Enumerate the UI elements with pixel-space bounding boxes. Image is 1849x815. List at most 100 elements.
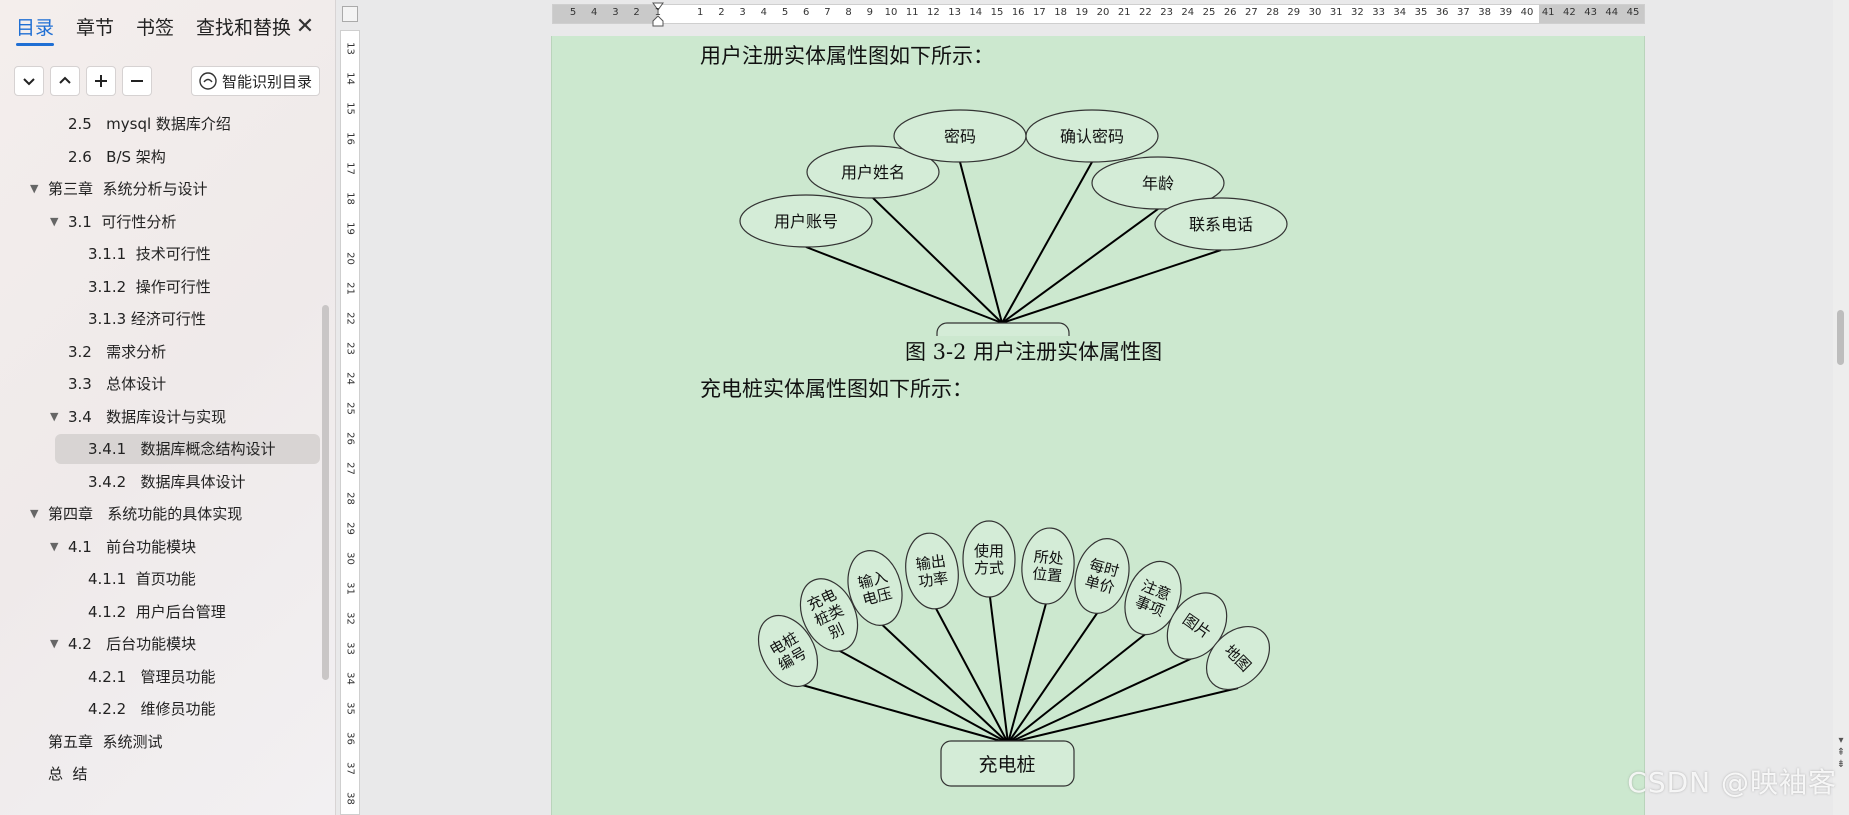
ruler-tick: 26	[1223, 7, 1237, 18]
ruler-tick: 2	[633, 7, 640, 18]
toc-item[interactable]: ▼ 4.1 前台功能模块	[0, 532, 322, 562]
toc-item[interactable]: 3.4.1 数据库概念结构设计	[55, 434, 320, 464]
ruler-tick: 28	[1266, 7, 1279, 18]
toc-item[interactable]: ▼ 3.1 可行性分析	[0, 207, 322, 237]
ruler-tick: 16	[1011, 7, 1025, 18]
toc-scrollbar[interactable]	[322, 305, 329, 680]
ruler-tick: 13	[344, 42, 356, 55]
toc-item[interactable]: 4.1.1 首页功能	[0, 564, 322, 594]
ruler-tick: 38	[344, 792, 356, 805]
expand-arrow-icon[interactable]: ▼	[50, 532, 58, 562]
tab-bookmarks[interactable]: 书签	[136, 14, 174, 46]
ruler-tick: 4	[591, 7, 598, 18]
toc-item[interactable]: 3.4.2 数据库具体设计	[0, 467, 322, 497]
entity-label-line: 充电桩	[978, 754, 1035, 776]
toc-item-label: 3.2 需求分析	[68, 342, 167, 361]
ruler-tick: 16	[344, 132, 356, 145]
ruler-tick: 45	[1626, 7, 1640, 18]
toc-item-label: 3.3 总体设计	[68, 375, 167, 393]
toc-item-label: 3.4.2 数据库具体设计	[88, 472, 246, 491]
toc-item[interactable]: 4.2.2 维修员功能	[0, 694, 322, 724]
toc-item[interactable]: ▼ 4.2 后台功能模块	[0, 629, 322, 659]
toc-item-label: 3.4 数据库设计与实现	[68, 407, 227, 426]
remove-heading-button[interactable]	[122, 66, 152, 96]
ruler-tick: 3	[739, 7, 746, 18]
toc-item[interactable]: 3.1.1 技术可行性	[0, 239, 322, 269]
ruler-tick: 27	[1245, 7, 1258, 18]
smart-toc-label: 智能识别目录	[222, 72, 313, 91]
ruler-tick: 36	[344, 732, 356, 745]
toc-item[interactable]: 4.2.1 管理员功能	[0, 662, 322, 692]
toc-item-label: 3.1.1 技术可行性	[88, 245, 211, 263]
ruler-tick: 24	[1181, 7, 1195, 18]
document-page[interactable]: 用户注册实体属性图如下所示： 用户账号用户姓名密码确认密码年龄联系电话用户注册 …	[551, 36, 1645, 815]
tab-chapters[interactable]: 章节	[76, 14, 114, 46]
toc-item[interactable]: 4.1.2 用户后台管理	[0, 597, 322, 627]
ruler-tick: 5	[569, 7, 577, 18]
expand-arrow-icon[interactable]: ▼	[50, 207, 58, 237]
toc-item-label: 3.1.3 经济可行性	[88, 310, 206, 328]
ruler-toggle[interactable]	[342, 6, 358, 22]
ruler-tick: 25	[344, 402, 356, 415]
ruler-tick: 9	[866, 7, 873, 18]
toc-item-label: 2.6 B/S 架构	[68, 147, 166, 166]
tab-toc[interactable]: 目录	[16, 14, 55, 46]
toc-item[interactable]: 2.6 B/S 架构	[0, 142, 322, 172]
ruler-tick: 37	[344, 762, 356, 775]
add-heading-button[interactable]	[86, 66, 116, 96]
toc-item-label: 总 结	[48, 765, 88, 783]
toc-item[interactable]: ▼ 3.4 数据库设计与实现	[0, 402, 322, 432]
toc-item[interactable]: ▼ 第四章 系统功能的具体实现	[0, 499, 322, 529]
ruler-tick: 17	[1033, 7, 1046, 18]
toc-item[interactable]: 3.3 总体设计	[0, 369, 322, 399]
ruler-tick: 19	[1075, 7, 1089, 18]
toc-item-label: 4.2.2 维修员功能	[88, 700, 216, 718]
ruler-tick: 8	[845, 7, 852, 18]
chevron-down-icon	[23, 78, 35, 86]
expand-button[interactable]	[14, 66, 44, 96]
ruler-tick: 35	[344, 702, 356, 715]
navigation-pane: 目录 章节 书签 查找和替换 ✕ 智能识别目录 2.5 mysql 数据库介绍 2…	[0, 0, 336, 815]
ruler-tick: 33	[1372, 7, 1385, 18]
ruler-tick: 30	[1308, 7, 1322, 18]
vertical-scrollbar[interactable]: ▾ ⇞ ⇟	[1833, 0, 1849, 815]
expand-arrow-icon[interactable]: ▼	[30, 499, 38, 529]
smart-recognize-icon	[199, 72, 217, 90]
expand-arrow-icon[interactable]: ▼	[50, 402, 58, 432]
tab-find-replace[interactable]: 查找和替换	[196, 14, 291, 46]
toc-item-label: 3.1 可行性分析	[68, 212, 177, 231]
toc-item-label: 第三章 系统分析与设计	[48, 180, 208, 198]
vertical-ruler: 13 14 15 16 17 18 19 20 21 22 23 24 25 26 27 28 29 30 31 32…	[340, 30, 360, 815]
toc-item-label: 3.1.2 操作可行性	[88, 277, 211, 296]
ruler-tick: 1	[697, 7, 704, 18]
expand-arrow-icon[interactable]: ▼	[50, 629, 58, 659]
expand-arrow-icon[interactable]: ▼	[30, 174, 38, 204]
ruler-tick: 23	[344, 342, 356, 355]
toc-item[interactable]: 第五章 系统测试	[0, 727, 322, 757]
ruler-strip: 13 14 15 16 17 18 19 20 21 22 23 24 25 26 27 28 29 30 31 32…	[336, 0, 364, 815]
close-icon[interactable]: ✕	[294, 16, 316, 38]
toc-item[interactable]: 总 结	[0, 759, 322, 789]
toc-item-label: 4.2.1 管理员功能	[88, 667, 216, 686]
ruler-tick: 21	[1117, 7, 1131, 18]
toc-item[interactable]: ▼ 第三章 系统分析与设计	[0, 174, 322, 204]
minus-icon	[131, 80, 143, 82]
ruler-tick: 14	[344, 72, 356, 85]
toc-item-label: 4.1.2 用户后台管理	[88, 602, 226, 621]
smart-toc-button[interactable]: 智能识别目录	[191, 66, 320, 96]
toc-item[interactable]: 3.2 需求分析	[0, 337, 322, 367]
ruler-tick: 36	[1435, 7, 1449, 18]
ruler-tick: 27	[344, 462, 356, 475]
toc-item[interactable]: 3.1.2 操作可行性	[0, 272, 322, 302]
ruler-tick: 18	[344, 192, 356, 205]
ruler-tick: 5	[781, 7, 789, 18]
toc-item[interactable]: 3.1.3 经济可行性	[0, 304, 322, 334]
toc-item[interactable]: 2.5 mysql 数据库介绍	[0, 109, 322, 139]
toc-item-label: 第五章 系统测试	[48, 732, 163, 751]
scrollbar-thumb[interactable]	[1837, 310, 1844, 365]
attribute-label-line: 使用	[974, 542, 1004, 560]
ruler-tick: 32	[1351, 7, 1364, 18]
collapse-button[interactable]	[50, 66, 80, 96]
ruler-tick: 32	[344, 612, 356, 625]
watermark: CSDN @映袖客	[1627, 766, 1837, 799]
